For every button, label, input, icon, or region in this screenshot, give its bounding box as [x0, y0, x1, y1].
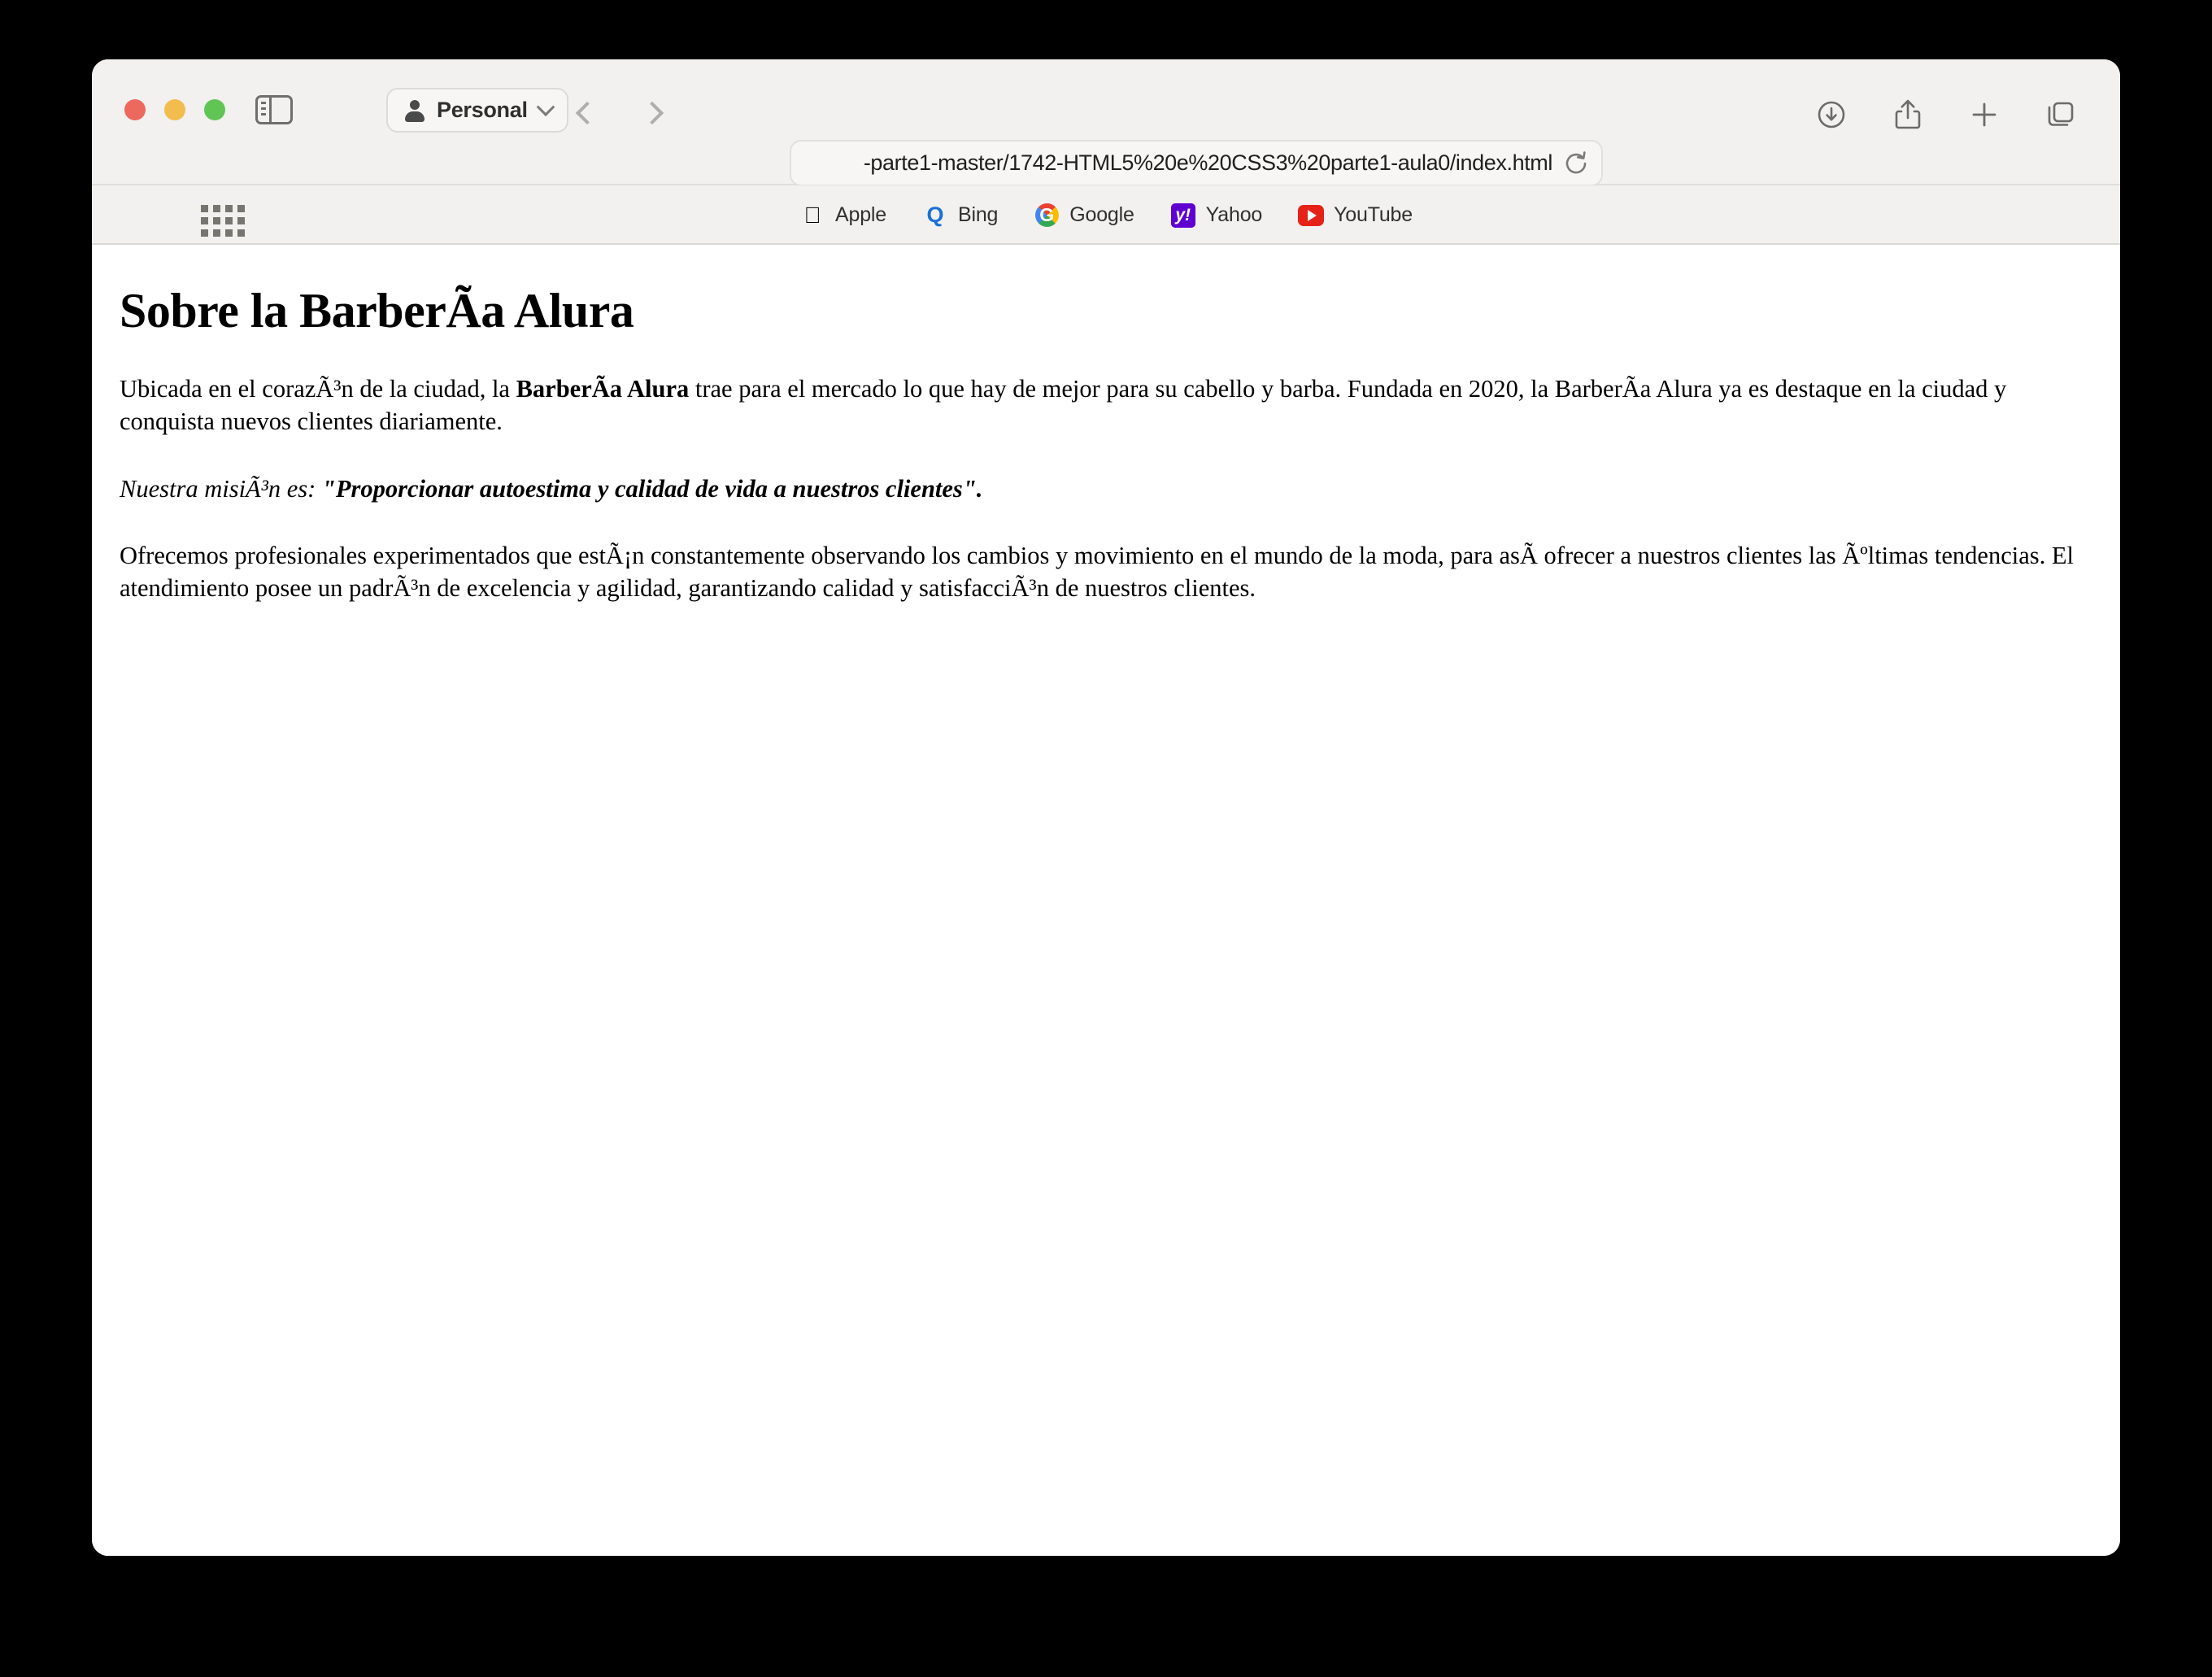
share-button[interactable]	[1884, 93, 1931, 137]
chevron-left-icon	[575, 101, 599, 125]
profile-label: Personal	[437, 98, 528, 122]
mission-quote-open: "	[321, 474, 336, 503]
tab-overview-button[interactable]	[2037, 93, 2084, 137]
mission-quote-close: ".	[962, 474, 983, 503]
paragraph-mission: Nuestra misiÃ³n es: "Proporcionar autoes…	[120, 473, 2092, 505]
bookmarks-list:  Apple Q Bing Google y! Yahoo YouTube	[92, 185, 2120, 245]
url-text-wrap: -parte1-master/1742-HTML5%20e%20CSS3%20p…	[791, 150, 1562, 176]
reload-icon[interactable]	[1562, 150, 1590, 177]
apple-icon: 	[799, 203, 825, 229]
barberia-bold: BarberÃa Alura	[516, 375, 690, 403]
new-tab-button[interactable]	[1961, 93, 2008, 137]
bookmark-apple[interactable]:  Apple	[799, 203, 887, 229]
bing-icon: Q	[926, 203, 944, 227]
downloads-button[interactable]	[1808, 93, 1855, 137]
browser-toolbar: Personal -parte1-master/1742-HTML5%20e%2…	[92, 59, 2120, 186]
profile-selector-button[interactable]: Personal	[386, 88, 568, 133]
bookmark-youtube[interactable]: YouTube	[1298, 203, 1413, 229]
bookmark-bing[interactable]: Q Bing	[922, 203, 998, 229]
favorites-bar:  Apple Q Bing Google y! Yahoo YouTube	[92, 185, 2120, 245]
bookmark-label: Apple	[835, 203, 886, 226]
toolbar-right-buttons	[1808, 93, 2084, 137]
intro-text-before: Ubicada en el corazÃ³n de la ciudad, la	[120, 375, 516, 403]
bookmark-label: Google	[1069, 203, 1134, 226]
person-icon	[404, 99, 425, 122]
chevron-right-icon	[640, 101, 664, 125]
paragraph-intro: Ubicada en el corazÃ³n de la ciudad, la …	[120, 372, 2092, 438]
close-window-button[interactable]	[124, 99, 146, 120]
forward-button[interactable]	[634, 95, 670, 131]
chevron-down-icon	[536, 97, 555, 116]
page-title: Sobre la BarberÃa Alura	[120, 284, 634, 338]
bookmark-google[interactable]: Google	[1034, 203, 1134, 229]
sidebar-icon-dots	[261, 102, 266, 115]
url-text: -parte1-master/1742-HTML5%20e%20CSS3%20p…	[863, 150, 1553, 175]
mission-label: Nuestra misiÃ³n es:	[120, 474, 322, 503]
sidebar-toggle-icon[interactable]	[253, 94, 295, 125]
yahoo-icon: y!	[1170, 203, 1196, 229]
mission-quote: Proporcionar autoestima y calidad de vid…	[335, 474, 963, 503]
browser-window: Personal -parte1-master/1742-HTML5%20e%2…	[92, 59, 2120, 1556]
maximize-window-button[interactable]	[204, 99, 225, 120]
paragraph-professionals: Ofrecemos profesionales experimentados q…	[120, 541, 2074, 603]
bookmark-label: YouTube	[1334, 203, 1413, 226]
google-icon	[1034, 203, 1060, 229]
bookmark-label: Bing	[958, 203, 999, 226]
address-bar[interactable]: -parte1-master/1742-HTML5%20e%20CSS3%20p…	[790, 140, 1603, 186]
bookmark-yahoo[interactable]: y! Yahoo	[1170, 203, 1262, 229]
back-button[interactable]	[569, 95, 605, 131]
sidebar-icon-shape	[255, 95, 293, 124]
page-content: Sobre la BarberÃa Alura Ubicada en el co…	[92, 245, 2120, 1556]
bookmark-label: Yahoo	[1205, 203, 1263, 226]
window-traffic-lights	[124, 99, 225, 120]
sidebar-icon-divider	[269, 97, 272, 123]
minimize-window-button[interactable]	[164, 99, 185, 120]
youtube-icon	[1298, 203, 1325, 229]
